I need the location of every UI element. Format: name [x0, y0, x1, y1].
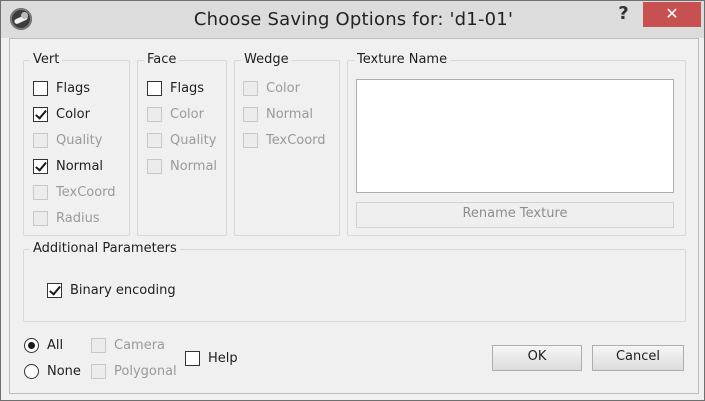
- texture-group: Texture Name Rename Texture: [347, 52, 686, 236]
- wedge-group: Wedge Color Normal TexCoord: [234, 52, 340, 236]
- checkbox-box: [243, 80, 258, 96]
- checkbox-box: [33, 184, 48, 200]
- close-icon: ✕: [665, 4, 679, 23]
- ok-button[interactable]: OK: [492, 345, 582, 371]
- window-title: Choose Saving Options for: 'd1-01': [193, 9, 514, 30]
- face-normal-checkbox: Normal: [147, 156, 217, 176]
- wedge-color-checkbox: Color: [243, 78, 300, 98]
- wedge-group-title: Wedge: [241, 52, 292, 67]
- checkbox-box: [147, 106, 162, 122]
- vert-group: Vert Flags Color Quality Normal TexCoord…: [23, 52, 130, 236]
- checkbox-box[interactable]: [33, 106, 48, 122]
- face-color-checkbox: Color: [147, 104, 204, 124]
- none-radio[interactable]: None: [24, 361, 81, 381]
- polygonal-checkbox: Polygonal: [91, 361, 177, 381]
- wedge-texcoord-checkbox: TexCoord: [243, 130, 326, 150]
- additional-parameters-title: Additional Parameters: [30, 241, 180, 256]
- vert-normal-checkbox[interactable]: Normal: [33, 156, 103, 176]
- dialog-content: Vert Flags Color Quality Normal TexCoord…: [9, 38, 699, 394]
- vert-flags-checkbox[interactable]: Flags: [33, 78, 90, 98]
- checkbox-box: [91, 337, 106, 353]
- radio-dot[interactable]: [24, 363, 39, 379]
- wedge-normal-checkbox: Normal: [243, 104, 313, 124]
- binary-encoding-checkbox[interactable]: Binary encoding: [47, 280, 176, 300]
- face-group: Face Flags Color Quality Normal: [137, 52, 227, 236]
- radio-dot[interactable]: [24, 337, 39, 353]
- rename-texture-button: Rename Texture: [356, 202, 674, 228]
- checkbox-box[interactable]: [33, 80, 48, 96]
- face-flags-checkbox[interactable]: Flags: [147, 78, 204, 98]
- help-icon[interactable]: ?: [607, 1, 640, 27]
- checkbox-box[interactable]: [33, 158, 48, 174]
- dialog-window: Choose Saving Options for: 'd1-01' ? ✕ V…: [0, 0, 705, 401]
- texture-group-title: Texture Name: [354, 52, 451, 67]
- checkbox-box[interactable]: [185, 350, 200, 366]
- checkbox-box: [147, 158, 162, 174]
- vert-radius-checkbox: Radius: [33, 208, 100, 228]
- vert-texcoord-checkbox: TexCoord: [33, 182, 116, 202]
- title-bar[interactable]: Choose Saving Options for: 'd1-01' ? ✕: [1, 1, 704, 38]
- additional-parameters-group: Additional Parameters Binary encoding: [23, 241, 686, 322]
- vert-color-checkbox[interactable]: Color: [33, 104, 90, 124]
- face-quality-checkbox: Quality: [147, 130, 216, 150]
- camera-checkbox: Camera: [91, 335, 165, 355]
- vert-quality-checkbox: Quality: [33, 130, 102, 150]
- checkbox-box: [33, 210, 48, 226]
- checkbox-box: [243, 132, 258, 148]
- texture-name-list[interactable]: [356, 79, 674, 193]
- checkbox-box[interactable]: [147, 80, 162, 96]
- face-group-title: Face: [144, 52, 180, 67]
- cancel-button[interactable]: Cancel: [592, 345, 684, 371]
- close-button[interactable]: ✕: [643, 2, 701, 27]
- vert-group-title: Vert: [30, 52, 63, 67]
- checkbox-box: [147, 132, 162, 148]
- help-checkbox[interactable]: Help: [185, 348, 238, 368]
- checkbox-box: [91, 363, 106, 379]
- checkbox-box: [243, 106, 258, 122]
- checkbox-box[interactable]: [47, 282, 62, 298]
- checkbox-box: [33, 132, 48, 148]
- all-radio[interactable]: All: [24, 335, 63, 355]
